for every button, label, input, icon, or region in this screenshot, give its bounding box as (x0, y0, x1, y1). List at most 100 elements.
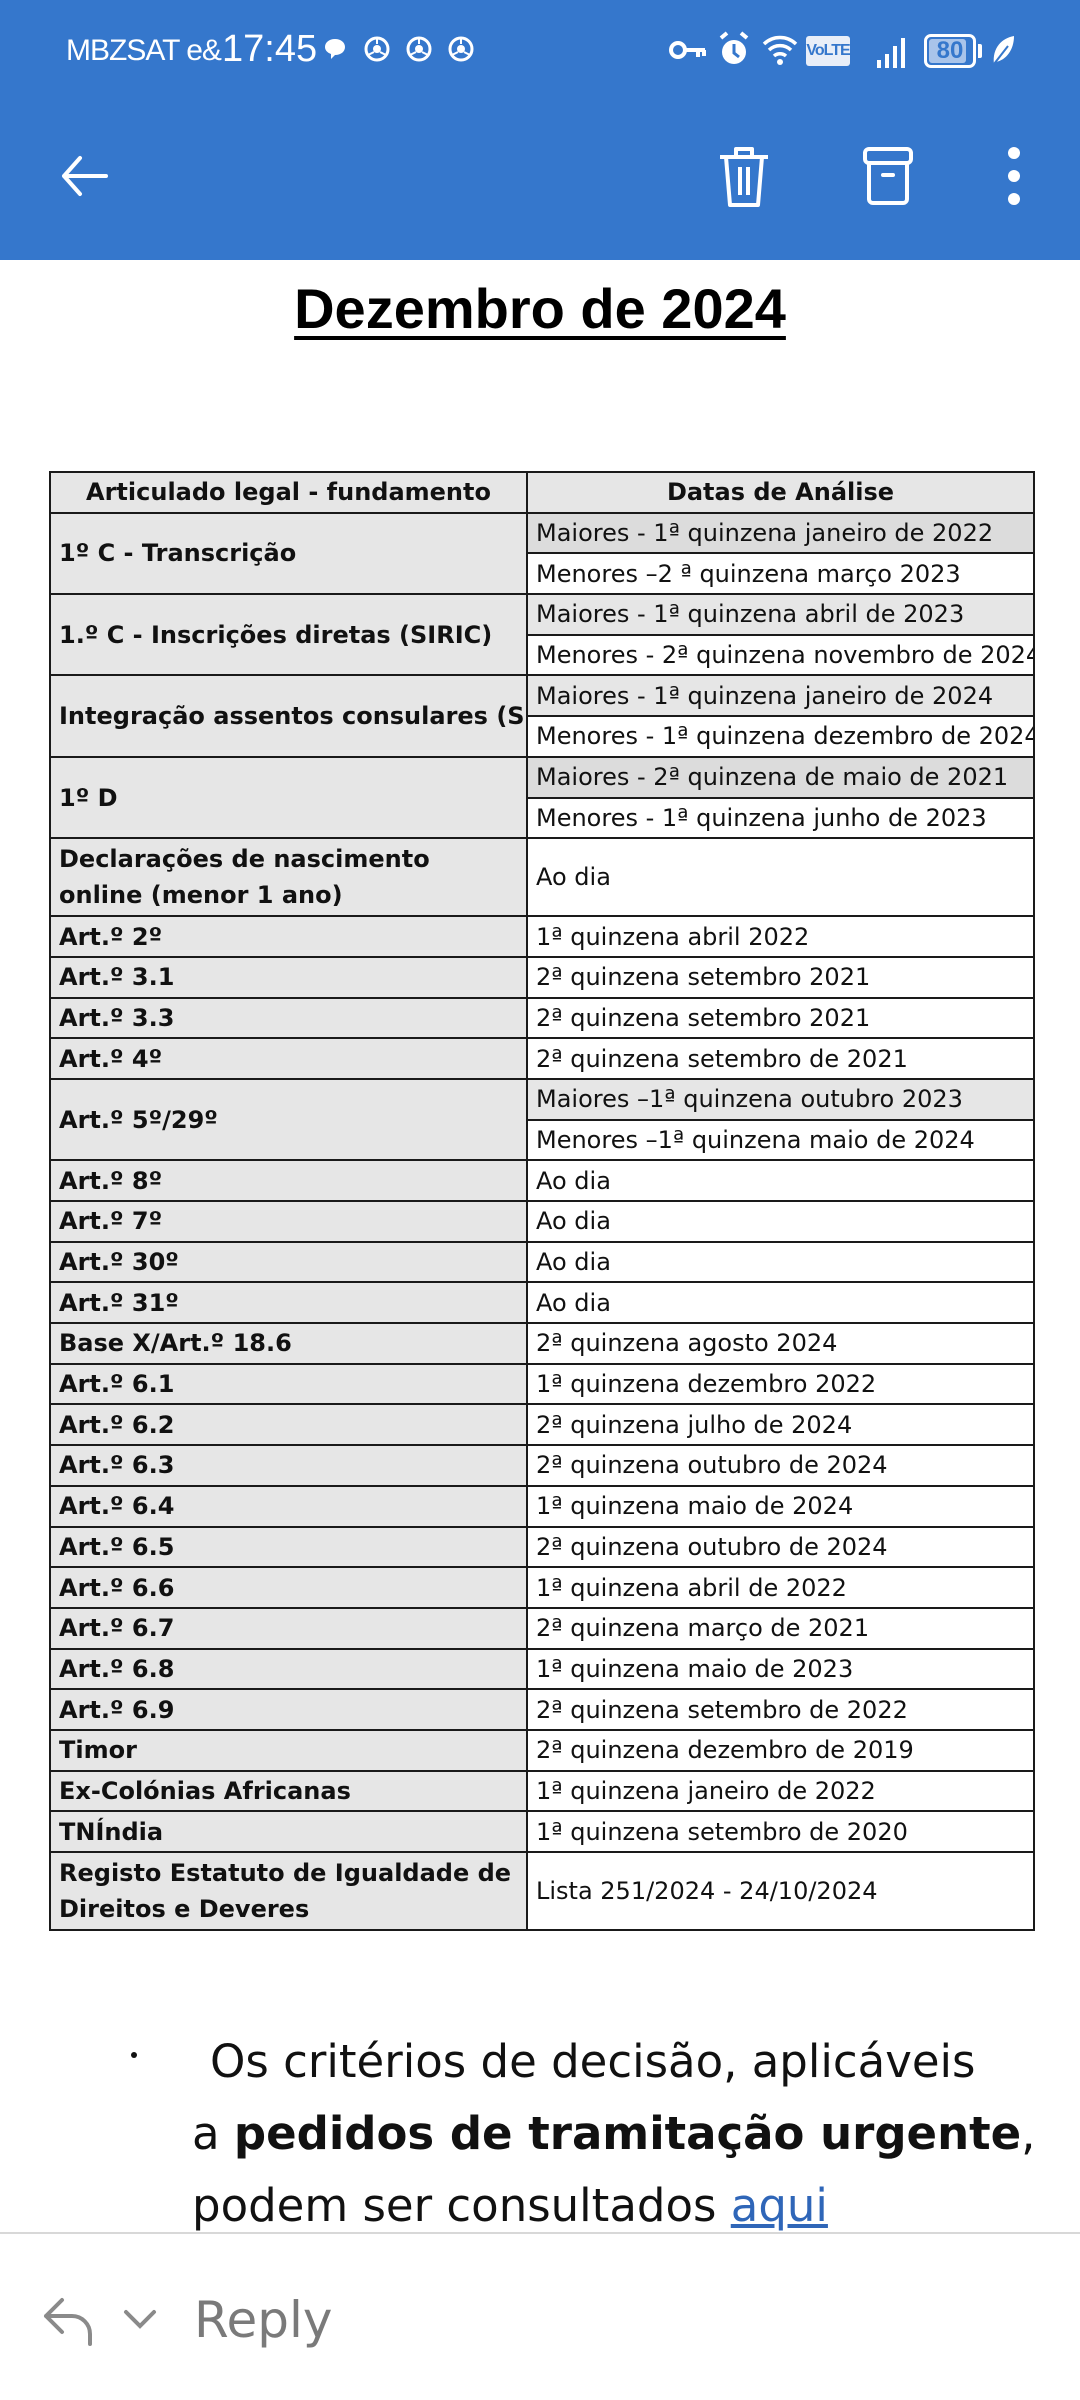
chrome-icon (448, 36, 474, 62)
text: a (192, 2107, 234, 2160)
row-value: Menores - 1ª quinzena dezembro de 2024 (526, 715, 1035, 758)
text: podem ser consultados (192, 2179, 731, 2232)
row-value: 2ª quinzena março de 2021 (526, 1606, 1035, 1650)
table-row: Ex-Colónias Africanas 1ª quinzena janeiro… (49, 1769, 1035, 1813)
archive-button[interactable] (848, 136, 928, 216)
row-value: 1ª quinzena setembro de 2020 (526, 1810, 1035, 1853)
row-label: 1º D (49, 755, 528, 840)
row-label: Art.º 6.4 (49, 1484, 528, 1528)
table-row: Art.º 6.6 1ª quinzena abril de 2022 (49, 1566, 1035, 1609)
row-value: Maiores - 1ª quinzena janeiro de 2024 (526, 674, 1035, 718)
table-row: Art.º 6.4 1ª quinzena maio de 2024 (49, 1484, 1035, 1528)
chevron-down-icon[interactable] (118, 2300, 162, 2340)
row-value: 2ª quinzena setembro 2021 (526, 955, 1035, 999)
vpn-key-icon (669, 41, 706, 59)
table-row: Art.º 3.1 2ª quinzena setembro 2021 (49, 955, 1035, 999)
battery-level: 80 (936, 37, 964, 64)
trash-icon (720, 147, 768, 207)
aqui-link[interactable]: aqui (731, 2179, 828, 2232)
battery-icon: 80 (924, 34, 976, 68)
row-value: 2ª quinzena setembro 2021 (526, 996, 1035, 1040)
battery-tip (978, 44, 982, 58)
row-label: 1º C - Transcrição (49, 511, 528, 596)
table-row: 1.º C - Inscrições diretas (SIRIC) Maiore… (49, 593, 1035, 677)
row-label: Art.º 30º (49, 1240, 528, 1284)
row-label: Registo Estatuto de Igualdade de Direito… (49, 1851, 528, 1931)
wifi-icon (762, 35, 798, 65)
reply-icon (44, 2298, 92, 2346)
row-value: 2ª quinzena outubro de 2024 (526, 1525, 1035, 1569)
row-value: Maiores - 2ª quinzena de maio de 2021 (526, 755, 1035, 799)
row-label: Art.º 6.1 (49, 1362, 528, 1406)
table-row: Art.º 6.1 1ª quinzena dezembro 2022 (49, 1362, 1035, 1406)
row-label: Art.º 5º/29º (49, 1077, 528, 1162)
archive-icon (863, 147, 913, 205)
table-row: Art.º 7º Ao dia (49, 1200, 1035, 1243)
row-label: Timor (49, 1728, 528, 1772)
row-label: Art.º 2º (49, 915, 528, 958)
row-label: TNÍndia (49, 1810, 528, 1853)
alarm-icon (719, 31, 749, 64)
row-value: Menores - 1ª quinzena junho de 2023 (526, 796, 1035, 840)
row-value: 1ª quinzena janeiro de 2022 (526, 1769, 1035, 1813)
heading-text: Dezembro de 2024 (294, 277, 786, 340)
bold-text: pedidos de tramitação urgente (233, 2107, 1022, 2160)
table-row: Art.º 2º 1ª quinzena abril 2022 (49, 915, 1035, 958)
app-header: MBZSAT e& 17:45 VoLTE 80 (0, 0, 1080, 260)
table-row: Art.º 6.9 2ª quinzena setembro de 2022 (49, 1688, 1035, 1731)
row-label: Integração assentos consulares (SIRIC) (49, 674, 528, 758)
row-value: Ao dia (526, 1200, 1035, 1243)
chat-bubble-icon (325, 39, 345, 59)
row-label: Art.º 6.6 (49, 1566, 528, 1609)
row-label: Art.º 6.3 (49, 1444, 528, 1487)
row-label: Art.º 6.8 (49, 1647, 528, 1691)
table-row: Art.º 6.7 2ª quinzena março de 2021 (49, 1606, 1035, 1650)
paragraph-line: a pedidos de tramitação urgente, (130, 2098, 1035, 2170)
row-value: Maiores - 1ª quinzena abril de 2023 (526, 593, 1035, 636)
row-value: 2ª quinzena agosto 2024 (526, 1322, 1035, 1365)
table-row: Integração assentos consulares (SIRIC)Ma… (49, 674, 1035, 758)
table-row: Timor 2ª quinzena dezembro de 2019 (49, 1728, 1035, 1772)
reply-bar: Reply (0, 2232, 1080, 2400)
table-row: Art.º 3.3 2ª quinzena setembro 2021 (49, 996, 1035, 1040)
table-row: Art.º 6.8 1ª quinzena maio de 2023 (49, 1647, 1035, 1691)
row-value: 2ª quinzena outubro de 2024 (526, 1444, 1035, 1487)
row-label: 1.º C - Inscrições diretas (SIRIC) (49, 593, 528, 677)
back-button[interactable] (44, 136, 124, 216)
eco-leaf-icon (993, 36, 1014, 65)
row-label: Art.º 31º (49, 1281, 528, 1325)
table-row: 1º C - Transcrição Maiores - 1ª quinzena … (49, 511, 1035, 596)
row-label: Base X/Art.º 18.6 (49, 1322, 528, 1365)
row-value: Menores –2 ª quinzena março 2023 (526, 552, 1035, 596)
more-options-button[interactable] (974, 136, 1054, 216)
status-bar: MBZSAT e& 17:45 VoLTE 80 (0, 0, 1080, 104)
table-row: Art.º 6.3 2ª quinzena outubro de 2024 (49, 1444, 1035, 1487)
row-label: Art.º 8º (49, 1159, 528, 1202)
row-label: Art.º 6.7 (49, 1606, 528, 1650)
delete-button[interactable] (704, 136, 784, 216)
row-label: Art.º 6.2 (49, 1403, 528, 1447)
row-label: Art.º 6.5 (49, 1525, 528, 1569)
row-value: 2ª quinzena julho de 2024 (526, 1403, 1035, 1447)
row-label: Art.º 7º (49, 1200, 528, 1243)
chrome-icon (406, 36, 432, 62)
table-row: TNÍndia 1ª quinzena setembro de 2020 (49, 1810, 1035, 1853)
reply-button[interactable]: Reply (40, 2280, 332, 2360)
table-row: 1º D Maiores - 2ª quinzena de maio de 202… (49, 755, 1035, 840)
text: , (1021, 2107, 1036, 2160)
row-value: 1ª quinzena dezembro 2022 (526, 1362, 1035, 1406)
carrier-label: MBZSAT e& (66, 34, 222, 67)
table-row: Art.º 6.2 2ª quinzena julho de 2024 (49, 1403, 1035, 1447)
row-value: Maiores –1ª quinzena outubro 2023 (526, 1077, 1035, 1121)
more-vertical-icon (1008, 147, 1020, 205)
row-value: Menores - 2ª quinzena novembro de 2024 (526, 633, 1035, 677)
row-value: 2ª quinzena dezembro de 2019 (526, 1728, 1035, 1772)
row-value: 2ª quinzena setembro de 2022 (526, 1688, 1035, 1731)
table-row: Base X/Art.º 18.6 2ª quinzena agosto 2024 (49, 1322, 1035, 1365)
table-row: Art.º 5º/29º Maiores –1ª quinzena outubro… (49, 1077, 1035, 1162)
row-value: Maiores - 1ª quinzena janeiro de 2022 (526, 511, 1035, 555)
table-row: Art.º 4º 2ª quinzena setembro de 2021 (49, 1037, 1035, 1080)
row-label: Ex-Colónias Africanas (49, 1769, 528, 1813)
volte-icon: VoLTE (806, 36, 851, 66)
chrome-icon (364, 36, 390, 62)
